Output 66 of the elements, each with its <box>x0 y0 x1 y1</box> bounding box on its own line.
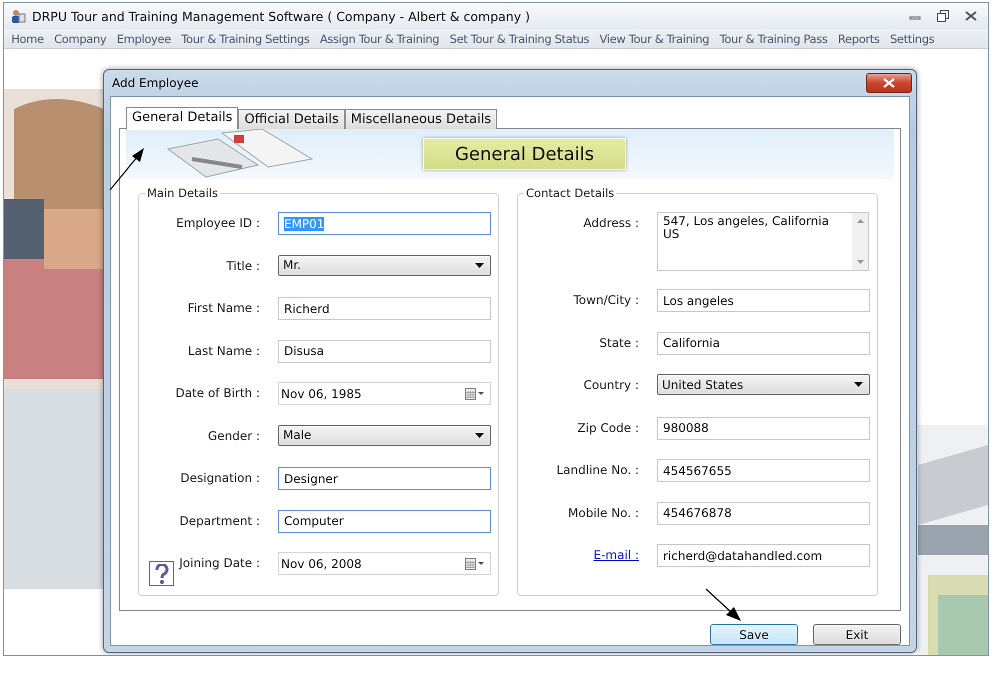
dialog-button[interactable]: Exit <box>813 624 901 645</box>
group-title: Main Details <box>145 186 220 200</box>
close-button[interactable] <box>866 73 912 93</box>
text-field[interactable]: 454676878 <box>657 502 870 524</box>
menu-item[interactable]: Home <box>6 32 49 46</box>
restore-icon <box>937 10 949 22</box>
help-icon <box>154 564 168 584</box>
menu-item[interactable]: Settings <box>884 32 940 46</box>
email-link[interactable]: E-mail : <box>594 544 639 562</box>
caret-icon <box>854 382 863 387</box>
tab[interactable]: Official Details <box>238 109 345 129</box>
pointer-arrow <box>704 587 744 623</box>
menu-item[interactable]: Reports <box>832 32 885 46</box>
caret-icon <box>475 262 484 268</box>
close-icon <box>883 78 895 88</box>
field-label: Mobile No. : <box>567 504 640 520</box>
text-field[interactable]: Richerd <box>278 297 491 320</box>
text-field[interactable]: California <box>657 332 870 354</box>
text-field[interactable]: 454567655 <box>657 459 870 482</box>
field-label: Designation : <box>179 470 261 485</box>
group-title: Contact Details <box>524 186 616 200</box>
field-label: Country : <box>582 377 640 392</box>
menu-item[interactable]: Tour & Training Settings <box>176 32 315 46</box>
menu-item[interactable]: Tour & Training Pass <box>714 32 833 46</box>
field-label: Department : <box>178 512 261 528</box>
field-label: Gender : <box>206 428 261 442</box>
field-label: Address : <box>582 215 640 230</box>
menu-item[interactable]: Company <box>48 32 112 46</box>
date-picker[interactable]: Nov 06, 2008 <box>278 552 491 575</box>
section-title: General Details <box>423 138 626 170</box>
text-field[interactable]: 980088 <box>657 416 870 440</box>
menu-item[interactable]: View Tour & Training <box>594 32 714 46</box>
calendar-icon <box>465 388 485 400</box>
text-field[interactable]: Disusa <box>278 340 491 362</box>
tab[interactable]: General Details <box>126 107 238 130</box>
text-field[interactable]: Los angeles <box>657 289 870 312</box>
dropdown[interactable]: Mr. <box>278 254 491 276</box>
field-label: Town/City : <box>572 292 640 307</box>
address-field[interactable]: 547, Los angeles, California US <box>657 212 869 271</box>
field-label: Last Name : <box>186 342 261 358</box>
caret-icon <box>475 432 484 438</box>
window-title: DRPU Tour and Training Management Software ( Company - Albert & company ) <box>32 8 531 24</box>
dropdown[interactable]: Male <box>278 424 491 446</box>
field-label: Date of Birth : <box>174 385 261 400</box>
dialog-button[interactable]: Save <box>710 624 798 645</box>
field-label: Zip Code : <box>576 420 640 434</box>
menu-item[interactable]: Employee <box>112 32 176 46</box>
help-button[interactable] <box>149 561 174 586</box>
calendar-icon <box>465 558 485 570</box>
text-field[interactable]: Designer <box>278 467 491 490</box>
field-label: Joining Date : <box>178 555 261 570</box>
field-label: Title : <box>225 258 261 272</box>
field-label: State : <box>598 334 640 350</box>
dropdown[interactable]: United States <box>657 374 870 395</box>
field-label: First Name : <box>186 300 261 315</box>
text-field[interactable]: Computer <box>278 510 491 532</box>
tab[interactable]: Miscellaneous Details <box>344 109 498 129</box>
text-field[interactable]: richerd@datahandled.com <box>657 544 870 567</box>
app-icon <box>10 8 26 24</box>
field-label: Employee ID : <box>175 215 261 230</box>
menu-item[interactable]: Set Tour & Training Status <box>444 32 594 46</box>
field-label: Landline No. : <box>555 462 640 477</box>
close-icon <box>965 11 977 21</box>
dialog-title: Add Employee <box>112 76 198 90</box>
menu-item[interactable]: Assign Tour & Training <box>314 32 444 46</box>
date-picker[interactable]: Nov 06, 1985 <box>278 382 491 405</box>
